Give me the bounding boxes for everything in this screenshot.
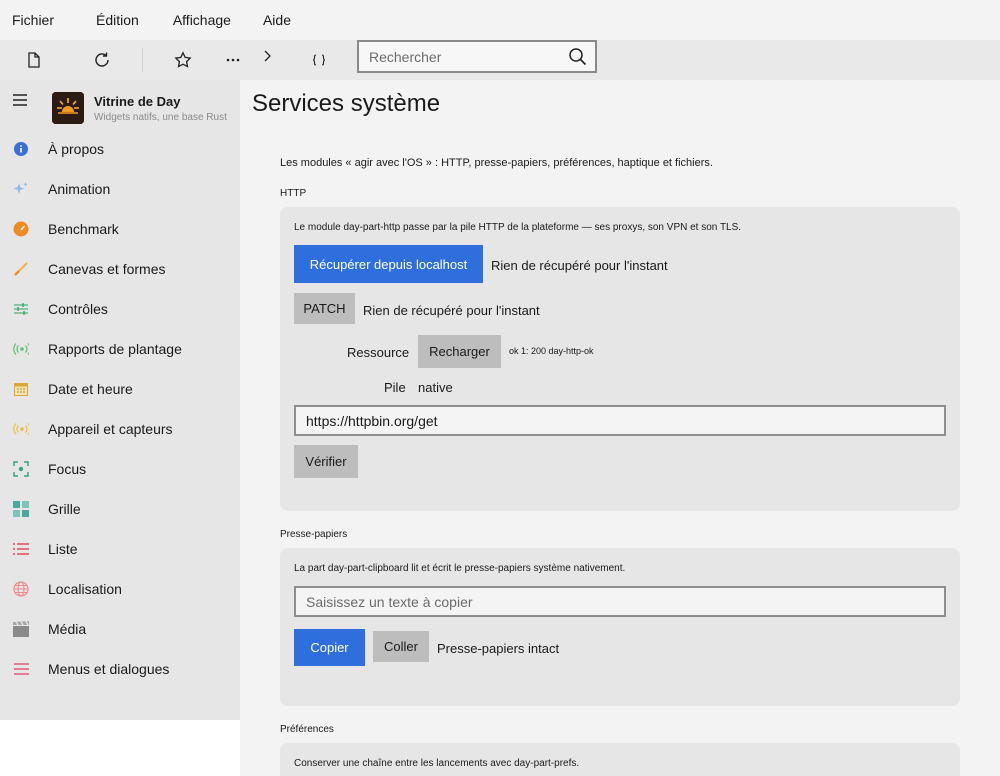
sidebar-item-label: Focus [48, 461, 87, 477]
sidebar-item-controles[interactable]: Contrôles [0, 289, 240, 329]
sidebar-item-localisation[interactable]: Localisation [0, 569, 240, 609]
app-title: Vitrine de Day [94, 94, 181, 109]
sliders-icon [13, 301, 29, 317]
sidebar-item-label: Contrôles [48, 301, 108, 317]
sidebar-item-label: Animation [48, 181, 111, 197]
app-logo [52, 92, 84, 124]
section-label-clipboard: Presse-papiers [280, 529, 348, 540]
toolbar-separator [142, 48, 143, 72]
main-content: Services système Les modules « agir avec… [240, 80, 1000, 776]
sidebar-item-label: Rapports de plantage [48, 341, 182, 357]
url-input[interactable] [306, 412, 926, 429]
stack-value: native [418, 380, 453, 395]
menu-lines-icon [13, 661, 29, 677]
sidebar-item-label: Benchmark [48, 221, 119, 237]
http-card: Le module day-part-http passe par la pil… [280, 207, 960, 511]
sidebar-item-label: Localisation [48, 581, 122, 597]
sidebar-item-focus[interactable]: Focus [0, 449, 240, 489]
hamburger-menu-icon[interactable] [10, 90, 30, 110]
list-icon [13, 541, 29, 557]
prefs-card: Conserver une chaîne entre les lancement… [280, 743, 960, 776]
app-subtitle: Widgets natifs, une base Rust [94, 112, 227, 123]
grid-icon [13, 501, 29, 517]
calendar-icon [13, 381, 29, 397]
clipboard-status: Presse-papiers intact [437, 641, 560, 656]
resource-status: ok 1: 200 day-http-ok [509, 346, 594, 356]
sidebar-item-grille[interactable]: Grille [0, 489, 240, 529]
fetch-status: Rien de récupéré pour l'instant [491, 258, 668, 273]
section-label-prefs: Préférences [280, 724, 334, 735]
clipboard-text-input[interactable] [306, 593, 926, 610]
sidebar-item-liste[interactable]: Liste [0, 529, 240, 569]
paste-button[interactable]: Coller [373, 631, 429, 662]
sidebar-item-appareil[interactable]: Appareil et capteurs [0, 409, 240, 449]
sidebar-item-label: Date et heure [48, 381, 133, 397]
sidebar-item-animation[interactable]: Animation [0, 169, 240, 209]
search-icon[interactable] [568, 47, 587, 71]
sidebar-item-canevas[interactable]: Canevas et formes [0, 249, 240, 289]
sidebar-item-date-heure[interactable]: Date et heure [0, 369, 240, 409]
menu-view[interactable]: Affichage [151, 0, 243, 40]
sidebar-item-rapports[interactable]: Rapports de plantage [0, 329, 240, 369]
refresh-icon[interactable] [82, 40, 122, 80]
verify-button[interactable]: Vérifier [294, 445, 358, 478]
info-icon [13, 141, 29, 157]
http-description: Le module day-part-http passe par la pil… [294, 222, 742, 233]
globe-icon [13, 581, 29, 597]
page-title: Services système [252, 90, 441, 117]
patch-button[interactable]: PATCH [294, 293, 355, 324]
new-file-icon[interactable] [14, 40, 54, 80]
search-input[interactable] [369, 48, 559, 65]
sidebar-item-label: Menus et dialogues [48, 661, 170, 677]
section-label-http: HTTP [280, 188, 307, 199]
toolbar [0, 40, 1000, 80]
resource-label: Ressource [347, 345, 410, 360]
sidebar-item-menus[interactable]: Menus et dialogues [0, 649, 240, 689]
copy-button[interactable]: Copier [294, 629, 365, 666]
search-box[interactable] [357, 40, 597, 73]
sensor-icon [13, 421, 29, 437]
sidebar-item-media[interactable]: Média [0, 609, 240, 649]
broadcast-icon [13, 341, 29, 357]
sidebar-nav: À propos Animation Benchmark Canevas et … [0, 129, 240, 689]
brush-icon [13, 261, 29, 277]
clipboard-description: La part day-part-clipboard lit et écrit … [294, 563, 626, 574]
sidebar-item-label: Grille [48, 501, 81, 517]
sidebar-item-label: Appareil et capteurs [48, 421, 173, 437]
sidebar-item-label: Média [48, 621, 87, 637]
sidebar-item-label: Liste [48, 541, 78, 557]
menu-file[interactable]: Fichier [0, 0, 66, 40]
sidebar-item-label: Canevas et formes [48, 261, 166, 277]
star-icon[interactable] [163, 40, 203, 80]
sidebar-item-label: À propos [48, 141, 105, 157]
fetch-localhost-button[interactable]: Récupérer depuis localhost [294, 245, 483, 283]
clapper-icon [13, 621, 29, 637]
sparkle-icon [13, 181, 29, 197]
braces-icon[interactable] [299, 40, 339, 80]
menu-help[interactable]: Aide [243, 0, 303, 40]
menu-bar: Fichier Édition Affichage Aide [0, 0, 1000, 40]
patch-status: Rien de récupéré pour l'instant [363, 303, 540, 318]
prefs-description: Conserver une chaîne entre les lancement… [294, 758, 580, 769]
gauge-icon [13, 221, 29, 237]
chevron-right-icon[interactable] [247, 36, 287, 76]
clipboard-card: La part day-part-clipboard lit et écrit … [280, 548, 960, 706]
url-field[interactable] [294, 405, 946, 436]
sidebar-item-benchmark[interactable]: Benchmark [0, 209, 240, 249]
clipboard-text-field[interactable] [294, 586, 946, 617]
sidebar: Vitrine de Day Widgets natifs, une base … [0, 80, 240, 720]
focus-icon [13, 461, 29, 477]
stack-label: Pile [384, 380, 406, 395]
sidebar-item-a-propos[interactable]: À propos [0, 129, 240, 169]
reload-button[interactable]: Recharger [418, 335, 501, 368]
intro-text: Les modules « agir avec l'OS » : HTTP, p… [280, 157, 713, 169]
menu-edit[interactable]: Édition [66, 0, 151, 40]
